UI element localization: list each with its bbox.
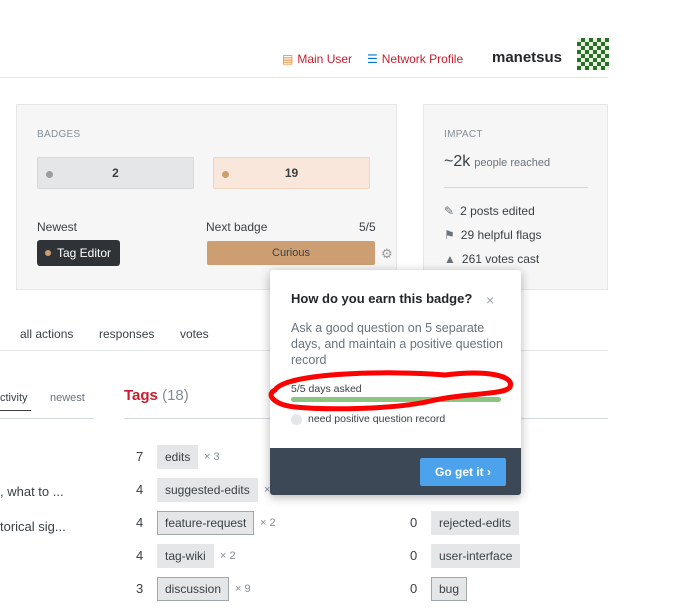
helpful-flags: 29 helpful flags — [460, 228, 542, 242]
go-get-it-button[interactable]: Go get it › — [420, 458, 506, 486]
popup-title: How do you earn this badge? — [291, 291, 473, 306]
divider — [0, 418, 94, 419]
newest-badge[interactable]: Tag Editor — [37, 240, 121, 266]
bronze-dot-icon — [45, 250, 51, 256]
tab-votes[interactable]: votes — [180, 327, 209, 341]
tab-activity[interactable]: ctivity — [0, 392, 31, 411]
gear-icon[interactable]: ⚙ — [381, 246, 393, 262]
tab-newest[interactable]: newest — [50, 392, 85, 404]
stack-icon: ☰ — [367, 52, 378, 66]
next-badge-progress: 5/5 — [359, 220, 376, 234]
tag-chip[interactable]: rejected-edits — [431, 511, 520, 535]
reached-value: ~2k — [444, 153, 471, 170]
impact-panel: IMPACT ~2k people reached ✎ 2 posts edited… — [423, 104, 608, 290]
tags-count: (18) — [162, 387, 189, 404]
tag-score: 4 — [136, 548, 144, 563]
list-item[interactable]: , what to ... — [0, 484, 64, 499]
close-icon[interactable]: × — [486, 292, 494, 308]
posts-edited: 2 posts edited — [460, 204, 535, 218]
tag-chip[interactable]: tag-wiki — [157, 544, 214, 568]
popup-description: Ask a good question on 5 separate days, … — [291, 321, 503, 367]
tag-chip[interactable]: feature-request — [157, 511, 255, 535]
badges-panel: BADGES 2 19 Newest Tag Editor Next badge… — [16, 104, 397, 290]
badges-title: BADGES — [37, 129, 81, 140]
tag-count: × 3 — [204, 451, 220, 463]
tag-chip[interactable]: edits — [157, 445, 199, 469]
flag-icon: ⚑ — [444, 228, 455, 242]
vote-icon: ▲ — [444, 252, 456, 266]
tag-chip[interactable]: discussion — [157, 577, 230, 601]
avatar[interactable] — [577, 38, 609, 70]
pencil-icon: ✎ — [444, 204, 455, 218]
tag-count: × 2 — [260, 517, 276, 529]
reached-label: people reached — [474, 157, 551, 169]
impact-title: IMPACT — [444, 129, 483, 140]
tag-count: × 9 — [235, 583, 251, 595]
tag-score: 3 — [136, 581, 144, 596]
next-badge-bar[interactable]: Curious — [207, 241, 375, 265]
next-badge-label: Next badge — [206, 220, 268, 234]
votes-cast: 261 votes cast — [461, 252, 540, 266]
silver-badges[interactable]: 2 — [37, 157, 194, 189]
newest-label: Newest — [37, 220, 78, 234]
tag-score: 4 — [136, 515, 144, 530]
tags-heading: Tags (18) — [124, 387, 189, 404]
header-divider — [0, 77, 608, 78]
tag-chip[interactable]: user-interface — [431, 544, 521, 568]
bronze-badges[interactable]: 19 — [213, 157, 370, 189]
tags-title: Tags — [124, 387, 158, 404]
username[interactable]: manetsus — [492, 49, 562, 66]
tab-responses[interactable]: responses — [99, 327, 154, 341]
tag-score: 7 — [136, 449, 144, 464]
popup-footer: Go get it › — [270, 448, 521, 495]
main-user-link[interactable]: ▤ Main User — [282, 52, 352, 66]
tag-score: 4 — [136, 482, 144, 497]
tag-score: 0 — [410, 581, 418, 596]
tag-count: × 2 — [220, 550, 236, 562]
tag-score: 0 — [410, 515, 418, 530]
red-annotation — [268, 370, 513, 412]
user-icon: ▤ — [282, 52, 294, 66]
divider — [444, 187, 588, 188]
list-item[interactable]: torical sig... — [0, 519, 66, 534]
tab-all-actions[interactable]: all actions — [20, 327, 73, 341]
bronze-dot-icon — [222, 171, 229, 178]
tag-chip[interactable]: suggested-edits — [157, 478, 258, 502]
silver-dot-icon — [46, 171, 53, 178]
tag-score: 0 — [410, 548, 418, 563]
status-icon — [291, 413, 302, 425]
network-profile-link[interactable]: ☰ Network Profile — [367, 52, 463, 66]
tag-chip[interactable]: bug — [431, 577, 468, 601]
